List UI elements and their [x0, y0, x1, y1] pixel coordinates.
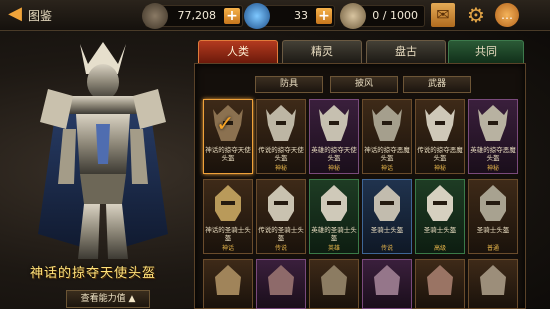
helmet-slot[interactable]: 英雄的掠夺天使头盔 神秘 — [309, 99, 359, 174]
helmet-slot[interactable]: 传说的掠夺恶魔头盔 神秘 — [415, 99, 465, 174]
helmet-icon — [417, 181, 463, 225]
helmet-slot[interactable] — [415, 259, 465, 309]
helmet-icon — [205, 261, 251, 305]
slot-name: 传说的圣骑士头盔 — [258, 226, 304, 242]
chat-icon[interactable]: … — [495, 3, 519, 27]
helmet-icon — [311, 181, 357, 225]
gold-counter: 77,208 + — [142, 3, 243, 29]
slot-name: 圣骑士头盔 — [423, 226, 457, 234]
subtab-armor[interactable]: 防具 — [255, 76, 323, 93]
slot-rank: 神秘 — [486, 165, 499, 172]
tab-human[interactable]: 人类 — [198, 40, 278, 64]
helmet-slot[interactable]: 圣骑士头盔 普通 — [468, 179, 518, 254]
page-title: 图鉴 — [28, 9, 53, 23]
helmet-icon — [258, 101, 304, 145]
add-gold-button[interactable]: + — [224, 8, 240, 24]
slot-name: 传说的掠夺天使头盔 — [258, 146, 304, 162]
helmet-slot[interactable] — [468, 259, 518, 309]
helmet-slot[interactable] — [309, 259, 359, 309]
slot-name: 神话的圣骑士头盔 — [205, 226, 251, 242]
slot-name: 英雄的圣骑士头盔 — [311, 226, 357, 242]
armored-hero-figure — [38, 42, 168, 259]
helmet-slot[interactable] — [203, 259, 253, 309]
gear-icon[interactable]: ⚙ — [464, 3, 488, 27]
helmet-slot[interactable] — [256, 259, 306, 309]
hero-preview — [18, 34, 188, 264]
selected-check-icon: ✓ — [216, 112, 235, 137]
slot-rank: 神话 — [380, 165, 393, 172]
gold-coin-icon — [142, 3, 168, 29]
slot-name: 神话的掠夺天使头盔 — [205, 146, 251, 162]
helmet-slot[interactable]: ✓ 神话的掠夺天使头盔 — [203, 99, 253, 174]
helmet-icon — [311, 261, 357, 305]
subtab-weapon[interactable]: 武器 — [403, 76, 471, 93]
helmet-icon — [470, 261, 516, 305]
slot-rank: 传说 — [274, 245, 287, 252]
tab-elf[interactable]: 精灵 — [282, 40, 362, 64]
mail-icon[interactable]: ✉ — [431, 3, 455, 27]
helmet-slot[interactable]: 英雄的掠夺恶魔头盔 神秘 — [468, 99, 518, 174]
helmet-icon — [205, 181, 251, 225]
slot-rank: 高级 — [433, 245, 446, 252]
slot-rank: 传说 — [380, 245, 393, 252]
helmet-icon — [470, 101, 516, 145]
slot-name: 圣骑士头盔 — [476, 226, 510, 234]
slot-name: 英雄的掠夺恶魔头盔 — [470, 146, 516, 162]
helmet-icon — [417, 261, 463, 305]
helmet-slot[interactable]: 传说的掠夺天使头盔 神秘 — [256, 99, 306, 174]
tab-pangu[interactable]: 盘古 — [366, 40, 446, 64]
view-stats-button[interactable]: 查看能力值 ▲ — [66, 290, 150, 308]
helmet-icon — [364, 101, 410, 145]
helmet-slot[interactable]: 圣骑士头盔 传说 — [362, 179, 412, 254]
helmet-icon — [258, 181, 304, 225]
helmet-icon — [470, 181, 516, 225]
slot-rank: 神秘 — [274, 165, 287, 172]
gem-icon — [244, 3, 270, 29]
gem-value: 33 — [294, 9, 308, 22]
selected-item-name: 神话的掠夺天使头盔 — [30, 266, 157, 281]
top-bar: ◀ 图鉴 77,208 + 33 + 0 / 1000 ✉ ⚙ … — [0, 0, 550, 31]
slot-rank: 神话 — [221, 245, 234, 252]
helmet-slot[interactable]: 神话的圣骑士头盔 神话 — [203, 179, 253, 254]
helmet-slot[interactable] — [362, 259, 412, 309]
helmet-icon — [258, 261, 304, 305]
helmet-slot[interactable]: 英雄的圣骑士头盔 英雄 — [309, 179, 359, 254]
slot-rank: 神秘 — [433, 165, 446, 172]
tab-common[interactable]: 共同 — [448, 40, 524, 64]
helmet-icon — [311, 101, 357, 145]
slot-rank: 神秘 — [327, 165, 340, 172]
slot-name: 圣骑士头盔 — [370, 226, 404, 234]
helmet-icon — [364, 181, 410, 225]
add-gem-button[interactable]: + — [316, 8, 332, 24]
helmet-slot[interactable]: 圣骑士头盔 高级 — [415, 179, 465, 254]
helmet-slot[interactable]: 传说的圣骑士头盔 传说 — [256, 179, 306, 254]
gold-value: 77,208 — [177, 9, 217, 22]
gem-counter: 33 + — [244, 3, 335, 29]
subtab-cape[interactable]: 披风 — [330, 76, 398, 93]
slot-name: 神话的掠夺恶魔头盔 — [364, 146, 410, 162]
slot-name: 英雄的掠夺天使头盔 — [311, 146, 357, 162]
back-arrow-icon[interactable]: ◀ — [4, 3, 26, 25]
helmet-slot[interactable]: 神话的掠夺恶魔头盔 神话 — [362, 99, 412, 174]
bag-value: 0 / 1000 — [372, 9, 418, 22]
slot-rank: 普通 — [486, 245, 499, 252]
slot-rank: 英雄 — [327, 245, 340, 252]
helmet-icon — [364, 261, 410, 305]
slot-name: 传说的掠夺恶魔头盔 — [417, 146, 463, 162]
bag-icon — [340, 3, 366, 29]
helmet-icon — [417, 101, 463, 145]
bag-counter: 0 / 1000 — [340, 3, 425, 29]
